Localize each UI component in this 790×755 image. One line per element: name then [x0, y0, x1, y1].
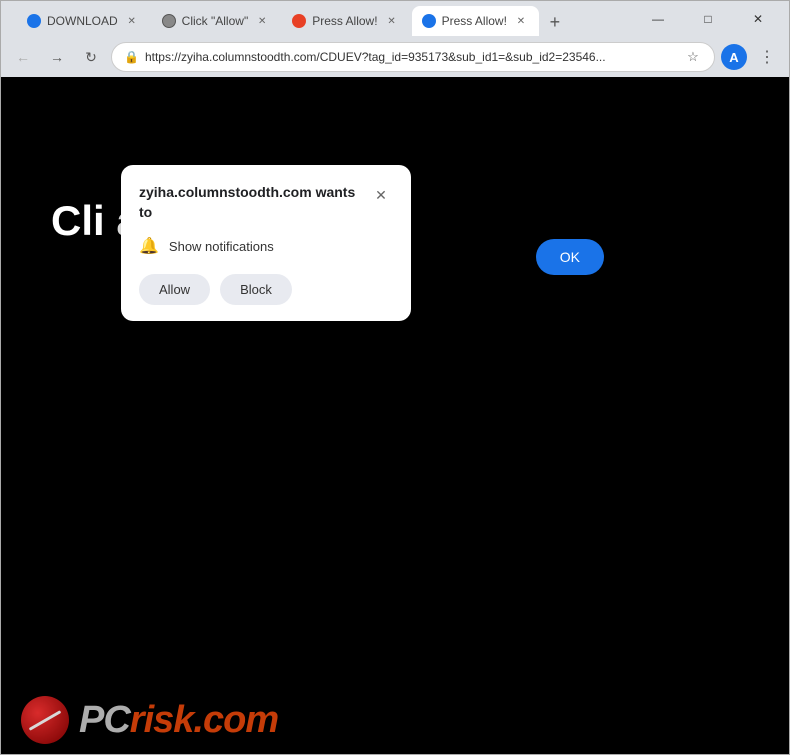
ok-button[interactable]: OK: [536, 239, 604, 275]
tab-close-1[interactable]: ✕: [124, 13, 140, 29]
tab-download[interactable]: DOWNLOAD ✕: [17, 6, 150, 36]
security-icon: 🔒: [124, 50, 139, 64]
tab-favicon-4: [422, 14, 436, 28]
address-bar: ← → ↻ 🔒 https://zyiha.columnstoodth.com/…: [1, 37, 789, 77]
dialog-header: zyiha.columnstoodth.com wants to ✕: [139, 183, 393, 222]
dialog-buttons: Allow Block: [139, 274, 393, 305]
dialog-permission-row: 🔔 Show notifications: [139, 236, 393, 256]
new-tab-button[interactable]: +: [541, 8, 569, 36]
permission-dialog: zyiha.columnstoodth.com wants to ✕ 🔔 Sho…: [121, 165, 411, 321]
close-button[interactable]: ✕: [735, 4, 781, 34]
tab-favicon-2: [162, 14, 176, 28]
pcrisk-logo-ball: [21, 696, 69, 744]
url-bar[interactable]: 🔒 https://zyiha.columnstoodth.com/CDUEV?…: [111, 42, 715, 72]
bell-icon: 🔔: [139, 236, 159, 256]
webpage: Cli a robot! OK zyiha.columnstoodth.com …: [1, 77, 789, 754]
minimize-button[interactable]: —: [635, 4, 681, 34]
pcrisk-suffix: risk.com: [130, 699, 278, 741]
forward-button[interactable]: →: [43, 43, 71, 71]
tab-label-2: Click "Allow": [182, 14, 249, 28]
browser-frame: DOWNLOAD ✕ Click "Allow" ✕ Press Allow! …: [0, 0, 790, 755]
tab-press-allow-1[interactable]: Press Allow! ✕: [282, 6, 409, 36]
block-button[interactable]: Block: [220, 274, 292, 305]
tabs-row: DOWNLOAD ✕ Click "Allow" ✕ Press Allow! …: [9, 2, 631, 36]
bookmark-icon[interactable]: ☆: [684, 48, 702, 66]
maximize-button[interactable]: □: [685, 4, 731, 34]
pcrisk-prefix: PC: [79, 699, 130, 741]
tab-click-allow[interactable]: Click "Allow" ✕: [152, 6, 281, 36]
tab-favicon-3: [292, 14, 306, 28]
menu-button[interactable]: ⋮: [753, 43, 781, 71]
title-bar: DOWNLOAD ✕ Click "Allow" ✕ Press Allow! …: [1, 1, 789, 37]
tab-label-4: Press Allow!: [442, 14, 507, 28]
tab-label-3: Press Allow!: [312, 14, 377, 28]
pcrisk-brand: PCrisk.com: [79, 701, 278, 739]
url-text: https://zyiha.columnstoodth.com/CDUEV?ta…: [145, 50, 678, 64]
permission-label: Show notifications: [169, 239, 274, 254]
tab-close-4[interactable]: ✕: [513, 13, 529, 29]
window-controls: — □ ✕: [635, 4, 781, 34]
tab-close-2[interactable]: ✕: [254, 13, 270, 29]
tab-press-allow-2[interactable]: Press Allow! ✕: [412, 6, 539, 36]
watermark: PCrisk.com: [21, 696, 278, 744]
profile-icon[interactable]: A: [721, 44, 747, 70]
url-icons: ☆: [684, 48, 702, 66]
back-button[interactable]: ←: [9, 43, 37, 71]
dialog-title: zyiha.columnstoodth.com wants to: [139, 183, 369, 222]
tab-label-1: DOWNLOAD: [47, 14, 118, 28]
tab-close-3[interactable]: ✕: [384, 13, 400, 29]
reload-button[interactable]: ↻: [77, 43, 105, 71]
dialog-close-button[interactable]: ✕: [369, 183, 393, 207]
allow-button[interactable]: Allow: [139, 274, 210, 305]
pcrisk-text: PCrisk.com: [79, 701, 278, 739]
tab-favicon-1: [27, 14, 41, 28]
